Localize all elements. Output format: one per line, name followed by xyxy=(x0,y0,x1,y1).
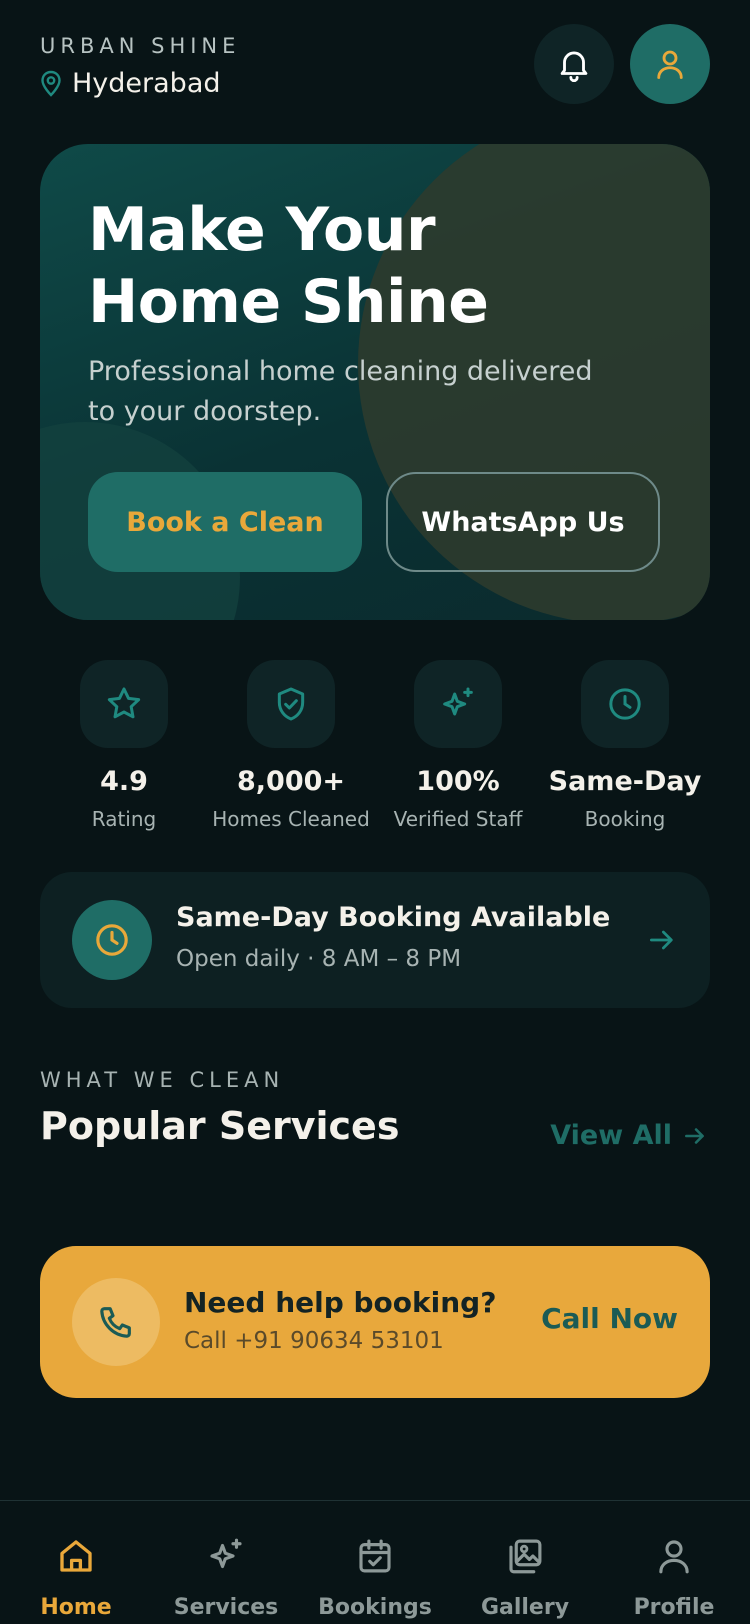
section-title: Popular Services xyxy=(40,1104,400,1148)
stats-row: 4.9 Rating 8,000+ Homes Cleaned 100% Ver… xyxy=(40,660,710,840)
whatsapp-button[interactable]: WhatsApp Us xyxy=(386,472,660,572)
stat-label: Booking xyxy=(584,807,666,831)
arrow-right-icon xyxy=(682,1123,708,1149)
star-icon xyxy=(80,660,168,748)
user-icon xyxy=(652,46,688,82)
map-pin-icon xyxy=(40,70,62,98)
clock-icon xyxy=(72,900,152,980)
bell-icon xyxy=(555,45,593,83)
same-day-title: Same-Day Booking Available xyxy=(176,902,611,933)
stat-booking: Same-Day Booking xyxy=(541,660,709,831)
book-clean-button[interactable]: Book a Clean xyxy=(88,472,362,572)
stat-label: Verified Staff xyxy=(393,807,523,831)
notifications-button[interactable] xyxy=(534,24,614,104)
sparkle-icon xyxy=(414,660,502,748)
app-header: URBAN SHINE Hyderabad xyxy=(40,24,710,118)
nav-label: Home xyxy=(40,1595,112,1620)
arrow-right-icon xyxy=(646,924,678,956)
nav-home[interactable]: Home xyxy=(16,1535,136,1620)
user-icon xyxy=(614,1535,734,1577)
hero-subtitle: Professional home cleaning delivered to … xyxy=(88,356,593,427)
stat-value: 4.9 xyxy=(100,766,148,797)
nav-profile[interactable]: Profile xyxy=(614,1535,734,1620)
hero-banner: Make Your Home Shine Professional home c… xyxy=(40,144,710,620)
nav-label: Bookings xyxy=(318,1595,432,1620)
same-day-booking-card[interactable]: Same-Day Booking Available Open daily · … xyxy=(40,872,710,1008)
gallery-icon xyxy=(465,1535,585,1577)
calendar-check-icon xyxy=(315,1535,435,1577)
section-eyebrow: WHAT WE CLEAN xyxy=(40,1068,285,1092)
shield-check-icon xyxy=(247,660,335,748)
location-label: Hyderabad xyxy=(72,68,221,99)
stat-homes: 8,000+ Homes Cleaned xyxy=(207,660,375,831)
nav-label: Gallery xyxy=(480,1595,570,1620)
hero-title: Make Your Home Shine xyxy=(88,195,489,337)
help-booking-card[interactable]: Need help booking? Call +91 90634 53101 … xyxy=(40,1246,710,1398)
nav-label: Profile xyxy=(633,1595,715,1620)
stat-label: Rating xyxy=(91,807,157,831)
home-icon xyxy=(16,1535,136,1577)
stat-verified: 100% Verified Staff xyxy=(374,660,542,831)
view-all-link[interactable]: View All xyxy=(550,1120,708,1151)
nav-services[interactable]: Services xyxy=(166,1535,286,1620)
stat-value: Same-Day xyxy=(548,766,702,797)
profile-button[interactable] xyxy=(630,24,710,104)
stat-value: 8,000+ xyxy=(236,766,346,797)
view-all-label: View All xyxy=(550,1120,672,1151)
help-title: Need help booking? xyxy=(184,1286,497,1319)
bottom-nav: Home Services Bookings Gallery Profile xyxy=(0,1500,750,1624)
stat-label: Homes Cleaned xyxy=(212,807,370,831)
help-phone-number: Call +91 90634 53101 xyxy=(184,1328,444,1354)
phone-icon xyxy=(72,1278,160,1366)
clock-icon xyxy=(581,660,669,748)
nav-gallery[interactable]: Gallery xyxy=(465,1535,585,1620)
stat-rating: 4.9 Rating xyxy=(40,660,208,831)
sparkle-icon xyxy=(166,1535,286,1577)
same-day-hours: Open daily · 8 AM – 8 PM xyxy=(176,946,462,972)
stat-value: 100% xyxy=(416,766,500,797)
nav-label: Services xyxy=(173,1595,279,1620)
call-now-button[interactable]: Call Now xyxy=(541,1302,678,1335)
nav-bookings[interactable]: Bookings xyxy=(315,1535,435,1620)
